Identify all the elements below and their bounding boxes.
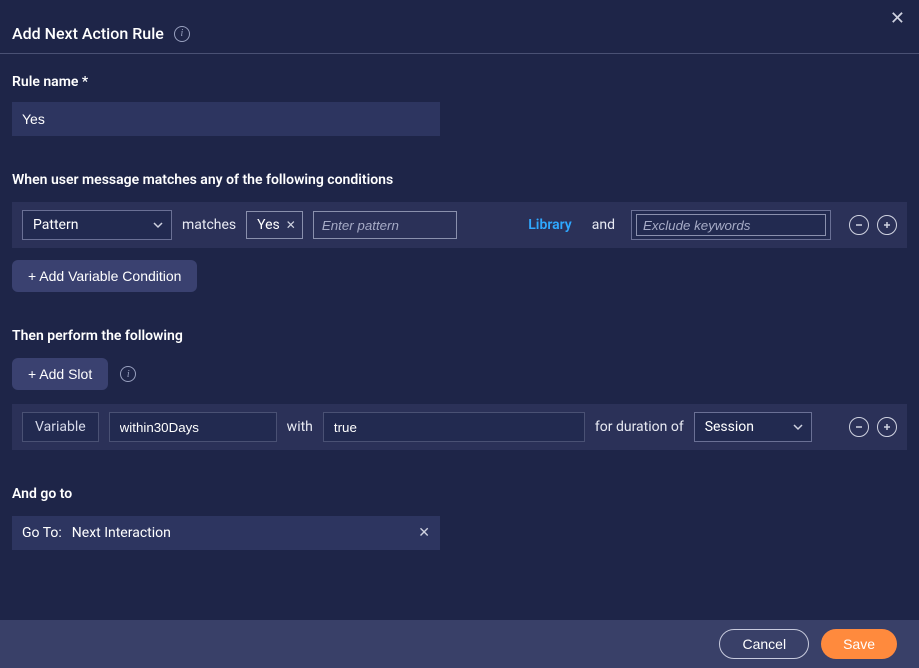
duration-value: Session	[705, 419, 754, 435]
goto-prefix: Go To:	[22, 525, 62, 541]
add-next-action-rule-dialog: ✕ Add Next Action Rule i Rule name * Whe…	[0, 0, 919, 668]
add-slot-row: + Add Slot i	[12, 358, 907, 390]
close-icon[interactable]: ✕	[890, 8, 905, 29]
pattern-chip-label: Yes	[257, 217, 280, 233]
conditions-label: When user message matches any of the fol…	[12, 172, 907, 188]
remove-condition-icon[interactable]	[849, 215, 869, 235]
add-slot-icon[interactable]	[877, 417, 897, 437]
rule-name-label: Rule name *	[12, 74, 907, 90]
matches-label: matches	[182, 217, 236, 233]
condition-type-select[interactable]: Pattern	[22, 210, 172, 240]
variable-name-input[interactable]	[109, 412, 277, 442]
slot-row-actions	[849, 417, 897, 437]
add-variable-condition-button[interactable]: + Add Variable Condition	[12, 260, 197, 292]
pattern-input[interactable]	[313, 211, 457, 239]
add-slot-button[interactable]: + Add Slot	[12, 358, 108, 390]
save-button[interactable]: Save	[821, 629, 897, 659]
info-icon[interactable]: i	[174, 26, 190, 42]
exclude-keywords-input[interactable]	[636, 214, 826, 236]
goto-select[interactable]: Go To: Next Interaction ✕	[12, 516, 440, 550]
with-label: with	[287, 419, 313, 435]
condition-row: Pattern matches Yes ✕ Library and	[12, 202, 907, 248]
actions-label: Then perform the following	[12, 328, 907, 344]
goto-value: Next Interaction	[72, 525, 171, 541]
cancel-button[interactable]: Cancel	[719, 629, 809, 659]
exclude-keywords-wrap	[631, 210, 831, 240]
dialog-header: Add Next Action Rule i	[0, 0, 919, 54]
dialog-title: Add Next Action Rule	[12, 24, 164, 43]
and-label: and	[592, 217, 615, 233]
pattern-chip: Yes ✕	[246, 211, 303, 239]
variable-value-input[interactable]	[323, 412, 585, 442]
duration-select[interactable]: Session	[694, 412, 812, 442]
variable-tag: Variable	[22, 412, 99, 442]
info-icon[interactable]: i	[120, 366, 136, 382]
library-link[interactable]: Library	[528, 217, 572, 233]
chevron-down-icon	[793, 422, 803, 432]
goto-clear-icon[interactable]: ✕	[418, 525, 430, 541]
slot-row: Variable with for duration of Session	[12, 404, 907, 450]
condition-type-value: Pattern	[33, 217, 78, 233]
add-condition-icon[interactable]	[877, 215, 897, 235]
variable-tag-label: Variable	[35, 419, 86, 435]
dialog-footer: Cancel Save	[0, 620, 919, 668]
dialog-body: Rule name * When user message matches an…	[0, 54, 919, 550]
chevron-down-icon	[153, 220, 163, 230]
goto-label: And go to	[12, 486, 907, 502]
chip-remove-icon[interactable]: ✕	[286, 218, 296, 232]
duration-label: for duration of	[595, 419, 684, 435]
condition-row-actions	[849, 215, 897, 235]
rule-name-input[interactable]	[12, 102, 440, 136]
remove-slot-icon[interactable]	[849, 417, 869, 437]
